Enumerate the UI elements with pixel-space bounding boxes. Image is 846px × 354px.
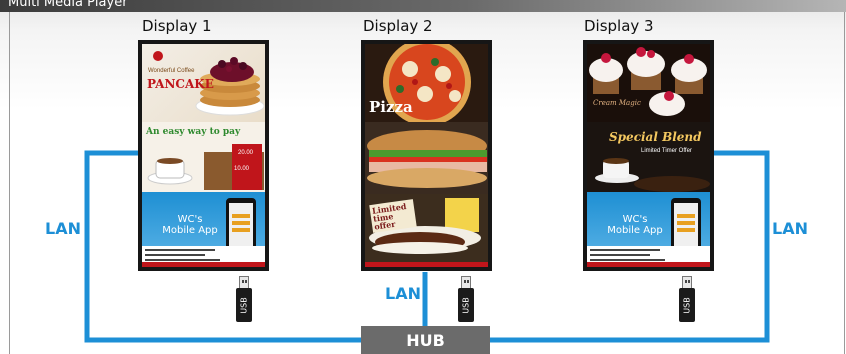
display-1-screen: Wonderful Coffee PANCAKE An easy way to … [138, 40, 269, 271]
mobile-pay-price-secondary: 20.00 [238, 150, 254, 156]
display-3-footer-strip [587, 262, 710, 267]
pancake-small-text: Wonderful Coffee [148, 68, 195, 74]
display-3-screen: Cream Magic Special Blend Limited Timer … [583, 40, 714, 271]
usb-label: USB [239, 297, 249, 314]
usb-stick-display-1: USB [236, 276, 252, 322]
usb-stick-display-2: USB [458, 276, 474, 322]
usb-label: USB [682, 297, 692, 314]
usb-stick-display-3: USB [679, 276, 695, 322]
sandwich-promo-panel [365, 122, 488, 194]
lan-label-left: LAN [45, 219, 81, 238]
mobile-app-promo-panel: WC's Mobile App [587, 192, 710, 267]
cupcake-promo-panel: Cream Magic [587, 44, 710, 122]
coffee-and-phone-image [147, 144, 264, 190]
hub-box: HUB [361, 326, 490, 354]
display-3-label: Display 3 [584, 17, 654, 35]
pizza-headline: Pizza [369, 98, 413, 116]
mobile-pay-price: 10.00 [234, 166, 250, 172]
mobile-app-headline: WC's Mobile App [162, 214, 218, 236]
lan-label-right: LAN [772, 219, 808, 238]
hub-label: HUB [406, 331, 445, 350]
coffee-promo-panel: Special Blend Limited Timer Offer [587, 122, 710, 192]
mobile-app-headline: WC's Mobile App [607, 214, 663, 236]
coffee-subline: Limited Timer Offer [641, 148, 692, 154]
coffee-headline: Special Blend [609, 130, 702, 144]
pizza-promo-panel: Pizza [365, 44, 488, 122]
pancake-headline: PANCAKE [147, 77, 214, 91]
burger-promo-panel: Limited time offer [365, 194, 488, 267]
display-2-footer-strip [365, 262, 488, 267]
cupcake-small-text: Cream Magic [593, 99, 641, 107]
display-1-footer-strip [142, 262, 265, 267]
mobile-pay-promo-panel: An easy way to pay 10.00 20.00 [142, 122, 265, 192]
cupcake-image [589, 47, 707, 116]
display-2-label: Display 2 [363, 17, 433, 35]
usb-label: USB [461, 297, 471, 314]
mobile-app-promo-panel: WC's Mobile App [142, 192, 265, 267]
display-1-label: Display 1 [142, 17, 212, 35]
pancake-promo-panel: Wonderful Coffee PANCAKE [142, 44, 265, 122]
sandwich-image [367, 130, 487, 188]
multimedia-player-diagram: Multi Media Player Display 1 Wonderful C… [0, 0, 846, 354]
lan-label-center: LAN [385, 284, 421, 303]
display-2-screen: Pizza Limited time offer [361, 40, 492, 271]
